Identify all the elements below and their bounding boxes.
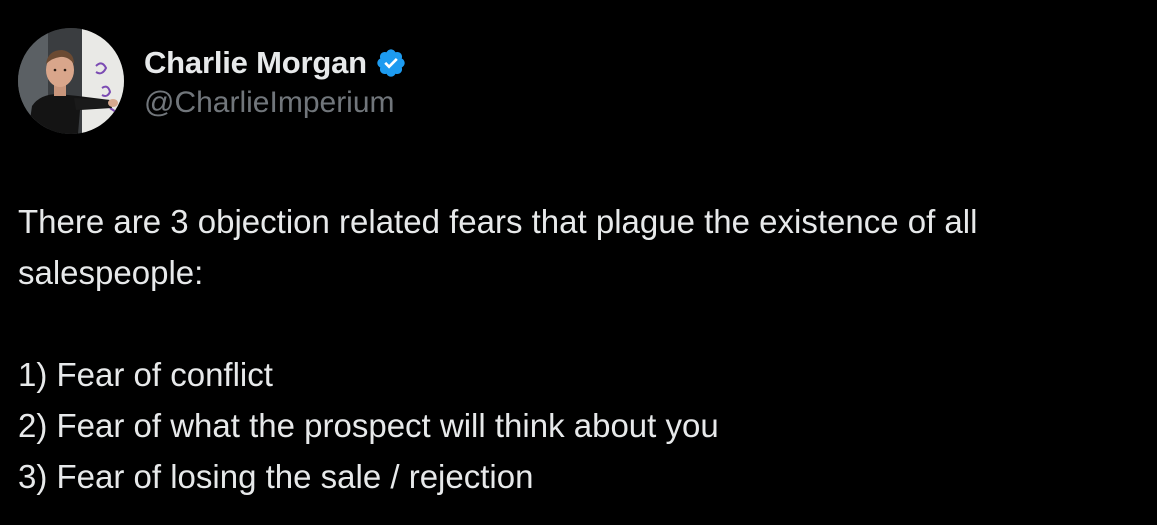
list-item: 2) Fear of what the prospect will think … [18, 407, 719, 444]
tweet-intro-line: There are 3 objection related fears that… [18, 203, 978, 240]
tweet-header: Charlie Morgan @CharlieImperium [18, 28, 407, 134]
author-info: Charlie Morgan @CharlieImperium [144, 43, 407, 120]
verified-badge-icon[interactable] [375, 47, 407, 79]
list-item: 3) Fear of losing the sale / rejection [18, 458, 534, 495]
tweet-intro-line: salespeople: [18, 254, 204, 291]
author-display-name[interactable]: Charlie Morgan [144, 45, 367, 81]
avatar[interactable] [18, 28, 124, 134]
profile-photo-icon [18, 28, 124, 134]
list-item: 1) Fear of conflict [18, 356, 273, 393]
name-row: Charlie Morgan [144, 43, 407, 83]
author-handle[interactable]: @CharlieImperium [144, 86, 407, 120]
tweet-text: There are 3 objection related fears that… [18, 196, 1143, 502]
